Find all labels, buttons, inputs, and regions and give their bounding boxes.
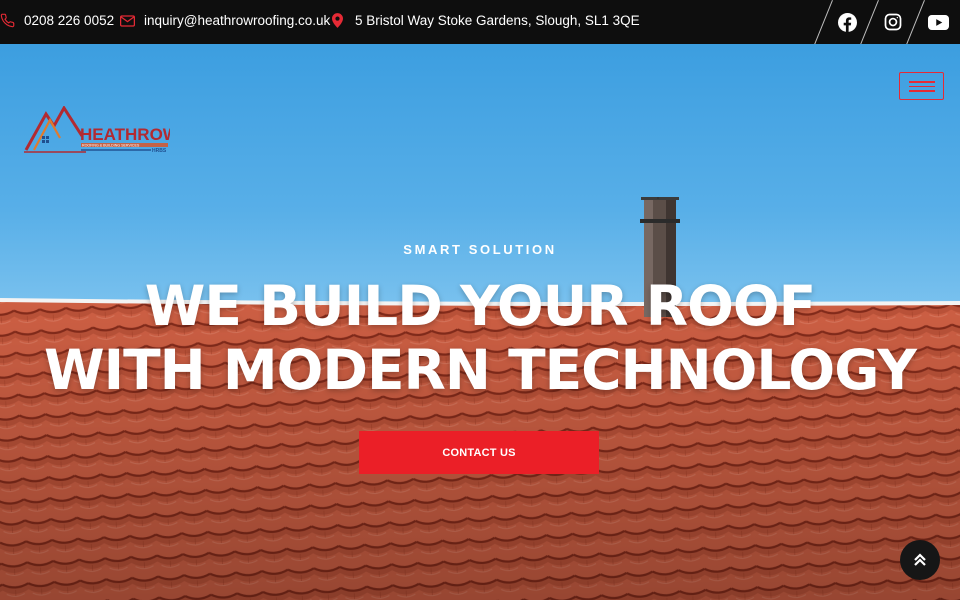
map-pin-icon <box>332 13 343 28</box>
street-address: 5 Bristol Way Stoke Gardens, Slough, SL1… <box>355 13 640 28</box>
phone-number: 0208 226 0052 <box>24 13 115 28</box>
email-contact[interactable]: inquiry@heathrowroofing.co.uk <box>120 13 330 28</box>
youtube-link[interactable] <box>927 12 949 32</box>
logo-brand-text: HEATHROW <box>80 125 170 144</box>
social-links <box>813 0 960 47</box>
youtube-icon <box>927 14 949 30</box>
hamburger-menu-icon <box>909 81 935 83</box>
hamburger-line <box>909 90 935 92</box>
contact-us-button[interactable]: CONTACT US <box>359 431 599 474</box>
scroll-to-top-button[interactable] <box>900 540 940 580</box>
hero-eyebrow: SMART SOLUTION <box>403 242 557 257</box>
company-logo[interactable]: HEATHROW ROOFING & BUILDING SERVICES HRB… <box>24 106 170 156</box>
divider <box>859 0 879 47</box>
hero-section: HEATHROW ROOFING & BUILDING SERVICES HRB… <box>0 44 960 600</box>
hero-headline-line1: WE BUILD YOUR ROOF <box>144 274 817 338</box>
facebook-icon <box>837 12 857 32</box>
phone-contact[interactable]: 0208 226 0052 <box>0 13 114 28</box>
double-chevron-up-icon <box>914 553 926 566</box>
divider <box>905 0 925 47</box>
divider <box>813 0 833 47</box>
hamburger-line <box>909 85 935 87</box>
facebook-link[interactable] <box>836 12 858 32</box>
logo-subtitle: ROOFING & BUILDING SERVICES <box>82 143 140 147</box>
menu-toggle-button[interactable] <box>899 72 944 100</box>
envelope-icon <box>120 14 135 27</box>
logo-abbr: HRBS <box>152 148 167 154</box>
address-contact: 5 Bristol Way Stoke Gardens, Slough, SL1… <box>332 13 640 28</box>
hero-headline-line2: WITH MODERN TECHNOLOGY <box>44 338 917 402</box>
instagram-link[interactable] <box>882 12 904 32</box>
phone-icon <box>0 13 15 28</box>
top-bar: 0208 226 0052 inquiry@heathrowroofing.co… <box>0 0 960 47</box>
instagram-icon <box>884 13 902 31</box>
email-address: inquiry@heathrowroofing.co.uk <box>144 13 331 28</box>
